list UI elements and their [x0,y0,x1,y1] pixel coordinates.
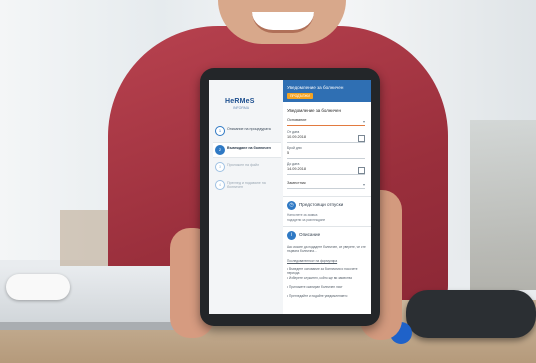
step-label: Въвеждане на болничен [227,146,271,150]
form-section-title: Уведомление за болничен [287,108,341,113]
description-bullet: • Изберете служител, който ще ви заместв… [287,276,352,280]
step-label: Приложен на файл [227,163,260,167]
laptop-edge [0,322,186,330]
header-title: Уведомление за болничен [287,85,344,90]
tablet-device: HeRMeS INFORMA 1 Описание на процедурата… [200,68,380,326]
step-label: Описание на процедурата [227,127,271,131]
description-paragraph: Ако искате да подадете болничен, се увер… [287,245,366,254]
days-value: 5 [287,151,290,155]
description-bullet: • Приложете сканиран болничен лист [287,285,343,289]
from-date-value: 10.09.2018 [287,135,307,139]
tablet-screen: HeRMeS INFORMA 1 Описание на процедурата… [209,80,371,314]
days-label: Брой дни [287,146,302,150]
reason-field[interactable]: Основание ▾ [287,118,365,126]
replacement-placeholder: Заместник [287,181,306,185]
description-bullet: • Въведете основание за болничния и посо… [287,267,358,276]
upcoming-leave-panel[interactable]: ◷ Предстоящи отпуски Натиснете за заявка… [283,196,371,227]
glasses-case [406,290,536,338]
step-number: 3 [215,162,225,172]
info-icon: i [287,231,296,240]
chevron-down-icon: ▾ [362,119,365,124]
clock-icon: ◷ [287,201,296,210]
to-date-field[interactable]: 14.09.2018 [287,167,365,175]
step-item-4[interactable]: 4 Преглед и подаване на болничен [213,178,281,192]
background-plant [470,120,536,290]
from-date-label: От дата [287,130,300,134]
step-label: Преглед и подаване на болничен [227,181,266,190]
replacement-field[interactable]: Заместник ▾ [287,181,365,189]
calendar-icon[interactable] [358,167,365,174]
step-number: 4 [215,180,225,190]
upcoming-sub-1: Натиснете за заявка [287,213,318,217]
days-field[interactable]: 5 [287,151,365,159]
form-main: Уведомление за болничен ПРОДЪЛЖИ Уведомл… [283,80,371,314]
to-date-value: 14.09.2018 [287,167,307,171]
chevron-down-icon: ▾ [362,182,365,187]
continue-button[interactable]: ПРОДЪЛЖИ [287,93,313,99]
description-bullet: • Прегледайте и подайте уведомлението [287,294,348,298]
reason-placeholder: Основание [287,118,307,122]
from-date-field[interactable]: 10.09.2018 [287,135,365,143]
step-number: 1 [215,126,225,136]
calendar-icon[interactable] [358,135,365,142]
earbuds-case [6,274,70,300]
step-number: 2 [215,145,225,155]
description-title: Описание [299,232,321,237]
app-logo-sub: INFORMA [233,106,250,110]
app-logo: HeRMeS [225,98,255,105]
step-item-1[interactable]: 1 Описание на процедурата [213,124,281,138]
steps-sidebar: HeRMeS INFORMA 1 Описание на процедурата… [209,80,284,314]
description-subheading: Последователност на формуляра [287,259,338,263]
step-item-3[interactable]: 3 Приложен на файл [213,160,281,174]
upcoming-sub-2: подадени за разглеждане [287,218,326,222]
upcoming-title: Предстоящи отпуски [299,202,344,207]
description-panel: i Описание Ако искате да подадете болнич… [283,226,371,314]
photo-scene: HeRMeS INFORMA 1 Описание на процедурата… [0,0,536,363]
header-bar: Уведомление за болничен ПРОДЪЛЖИ [283,80,371,102]
to-date-label: До дата [287,162,300,166]
step-item-2[interactable]: 2 Въвеждане на болничен [213,142,281,158]
